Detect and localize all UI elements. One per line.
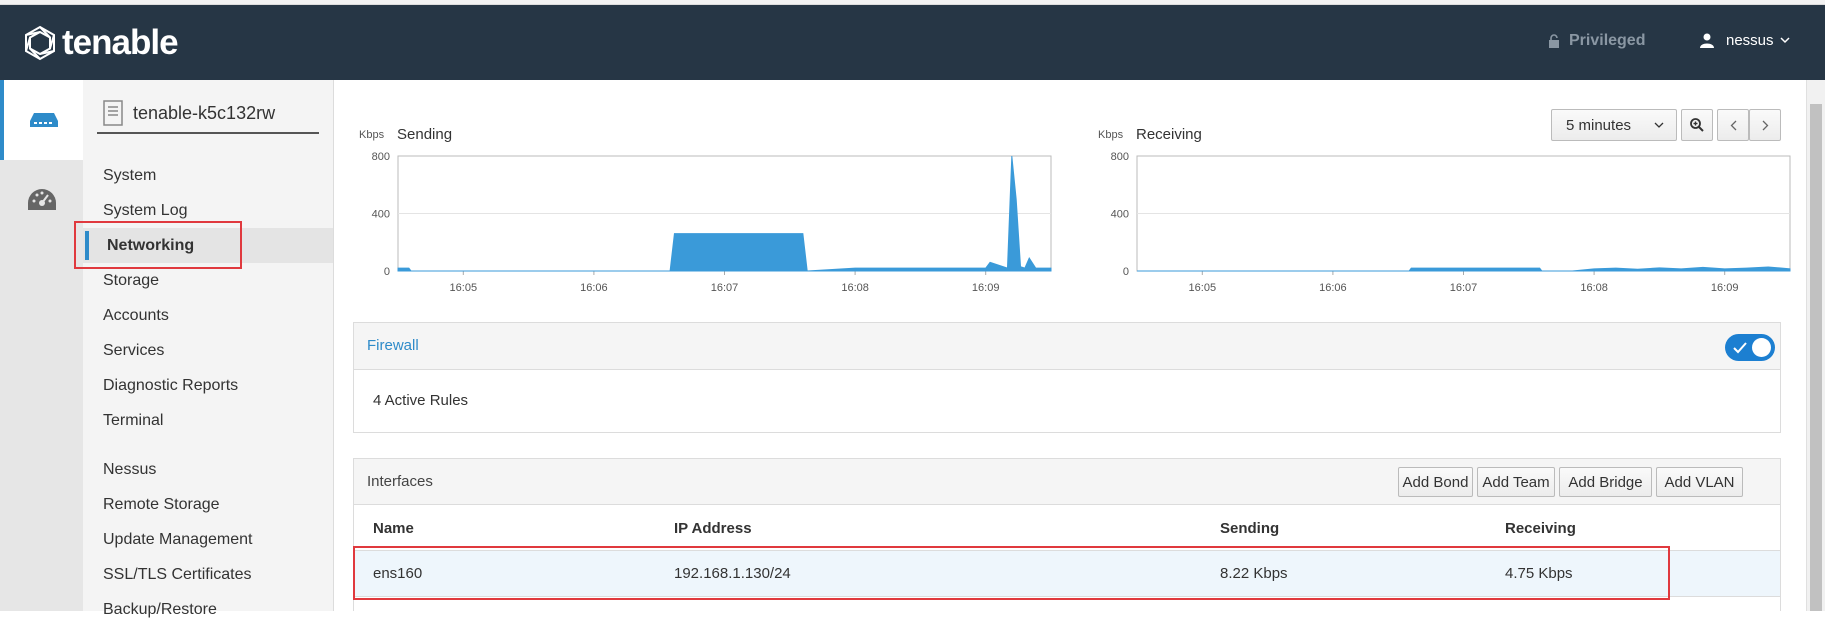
time-range-select[interactable]: 5 minutes [1551,109,1677,141]
receiving-chart: 800 400 0 16:05 16:06 16:07 16:08 16:09 [1111,151,1791,294]
receiving-x-tick-label: 16:05 [1189,282,1217,294]
brand-name: tenable [62,23,179,62]
rail-dashboard-button[interactable] [0,160,83,240]
host-selector[interactable]: tenable-k5c132rw [97,94,319,134]
column-header-receiving[interactable]: Receiving [1505,520,1576,537]
sending-x-tick-label: 16:05 [450,282,478,294]
column-header-name[interactable]: Name [373,520,414,537]
receiving-x-tick-label: 16:08 [1580,282,1608,294]
previous-range-button[interactable] [1717,109,1749,141]
sending-chart-title: Sending [397,126,453,143]
column-header-sending[interactable]: Sending [1220,520,1279,537]
receiving-chart-title: Receiving [1136,126,1202,143]
firewall-panel-header: Firewall [354,323,1780,370]
sidebar-item-nessus[interactable]: Nessus [83,452,333,487]
sending-x-tick-label: 16:07 [711,282,739,294]
firewall-link[interactable]: Firewall [367,337,419,354]
tenable-logo[interactable]: tenable [22,23,179,62]
receiving-x-tick-label: 16:06 [1319,282,1347,294]
sending-chart: 800 400 0 16:05 16:06 16:07 16:08 16:09 [372,151,1052,294]
firewall-panel: Firewall 4 Active Rules [353,322,1781,433]
sending-y-tick-label: 0 [384,266,390,278]
sidebar-item-ssl-tls-certificates[interactable]: SSL/TLS Certificates [83,557,333,592]
sending-x-tick-label: 16:08 [841,282,869,294]
interfaces-table-header: Name IP Address Sending Receiving [354,505,1780,551]
privileged-indicator[interactable]: Privileged [1548,32,1645,50]
sending-x-tick-label: 16:09 [972,282,1000,294]
document-icon [103,100,123,126]
highlight-box-interface-row [353,546,1670,600]
sidebar-item-update-management[interactable]: Update Management [83,522,333,557]
scrollbar-thumb[interactable] [1810,104,1822,611]
sending-y-tick-label: 400 [372,209,390,221]
sidebar-item-system[interactable]: System [83,158,333,193]
time-range-value: 5 minutes [1566,116,1632,134]
sending-y-tick-label: 800 [372,151,390,163]
highlight-box-networking [74,221,242,269]
firewall-rules-count: 4 Active Rules [373,392,469,409]
chevron-left-icon [1730,120,1736,130]
lock-icon [1549,34,1559,48]
sidebar-item-backup-restore[interactable]: Backup/Restore [83,592,333,627]
firewall-toggle[interactable] [1725,334,1775,361]
sidebar-item-remote-storage[interactable]: Remote Storage [83,487,333,522]
host-name: tenable-k5c132rw [133,102,276,123]
receiving-x-tick-label: 16:07 [1450,282,1478,294]
interfaces-title: Interfaces [367,473,433,490]
sidebar-item-diagnostic-reports[interactable]: Diagnostic Reports [83,368,333,403]
user-menu[interactable]: nessus [1700,32,1790,49]
column-header-ip-address[interactable]: IP Address [674,520,752,537]
interfaces-panel-header: Interfaces Add Bond Add Team Add Bridge … [354,459,1780,505]
sidebar-item-accounts[interactable]: Accounts [83,298,333,333]
receiving-chart-unit: Kbps [1098,129,1124,141]
check-icon [1733,342,1747,354]
next-range-button[interactable] [1749,109,1781,141]
user-icon [1700,33,1714,48]
privileged-label: Privileged [1569,32,1646,49]
add-bridge-button[interactable]: Add Bridge [1559,467,1652,497]
receiving-y-tick-label: 0 [1123,266,1129,278]
receiving-y-tick-label: 400 [1111,209,1129,221]
page-scrollbar[interactable] [1806,80,1825,611]
icon-rail [0,80,83,611]
top-header: tenable Privileged nessus [0,5,1825,80]
user-name: nessus [1726,32,1774,49]
rail-host-button[interactable] [0,80,83,160]
chevron-down-icon [1654,122,1664,128]
receiving-y-tick-label: 800 [1111,151,1129,163]
dashboard-icon [27,189,56,210]
sidebar-item-terminal[interactable]: Terminal [83,403,333,438]
chevron-down-icon [1780,37,1790,44]
chevron-right-icon [1762,120,1768,130]
sending-chart-unit: Kbps [359,129,385,141]
sidebar: tenable-k5c132rw System System Log Netwo… [83,80,334,618]
server-icon [29,113,58,127]
receiving-x-tick-label: 16:09 [1711,282,1739,294]
sidebar-item-services[interactable]: Services [83,333,333,368]
zoom-in-icon [1690,118,1704,132]
sending-x-tick-label: 16:06 [580,282,608,294]
toggle-knob [1752,338,1771,357]
zoom-button[interactable] [1681,109,1713,141]
add-team-button[interactable]: Add Team [1477,467,1555,497]
tenable-logo-icon [25,25,55,61]
add-bond-button[interactable]: Add Bond [1398,467,1473,497]
add-vlan-button[interactable]: Add VLAN [1656,467,1743,497]
